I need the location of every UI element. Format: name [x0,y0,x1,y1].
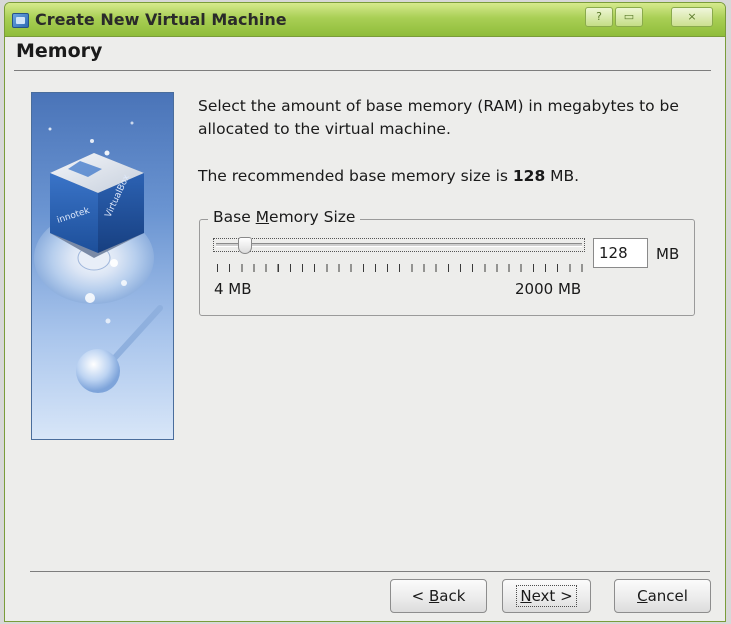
memory-size-input[interactable] [593,238,648,268]
slider-ticks [217,264,583,272]
virtualbox-wizard-image: innotek VirtualBox [31,92,174,440]
memory-unit-label: MB [656,245,680,263]
wizard-illustration: innotek VirtualBox [34,121,163,393]
header-divider [14,70,711,71]
recommended-memory-text: The recommended base memory size is 128 … [198,167,579,185]
recommended-value: 128 [512,167,546,185]
help-button[interactable]: ? [585,7,613,27]
cancel-mnemonic: C [637,587,648,605]
cancel-rest: ancel [647,587,688,605]
next-button[interactable]: Next > [502,579,591,613]
recommend-suffix: MB. [545,167,580,185]
page-title: Memory [16,40,103,62]
title-bar[interactable]: Create New Virtual Machine ? ▭ × [5,3,725,37]
next-button-focus: Next > [516,585,577,607]
window-title: Create New Virtual Machine [35,10,287,29]
memory-slider-handle[interactable] [237,237,252,254]
back-prefix: < [411,587,429,605]
memory-slider[interactable] [216,243,582,247]
recommend-prefix: The recommended base memory size is [198,167,513,185]
back-rest: ack [439,587,466,605]
group-label-mnemonic: M [255,208,270,226]
slider-min-label: 4 MB [214,280,252,298]
base-memory-group-label: Base Memory Size [208,208,361,226]
slider-max-label: 2000 MB [515,280,582,298]
back-button[interactable]: < Back [390,579,487,613]
page-description: Select the amount of base memory (RAM) i… [198,97,679,138]
close-button[interactable]: × [671,7,713,27]
group-label-after: emory Size [269,208,356,226]
group-label-before: Base [213,208,256,226]
cancel-button[interactable]: Cancel [614,579,711,613]
virtualbox-icon [12,13,29,28]
footer-divider [30,571,710,572]
next-mnemonic: N [520,587,532,605]
maximize-button[interactable]: ▭ [615,7,643,27]
next-rest: ext > [531,587,573,605]
back-mnemonic: B [428,587,440,605]
